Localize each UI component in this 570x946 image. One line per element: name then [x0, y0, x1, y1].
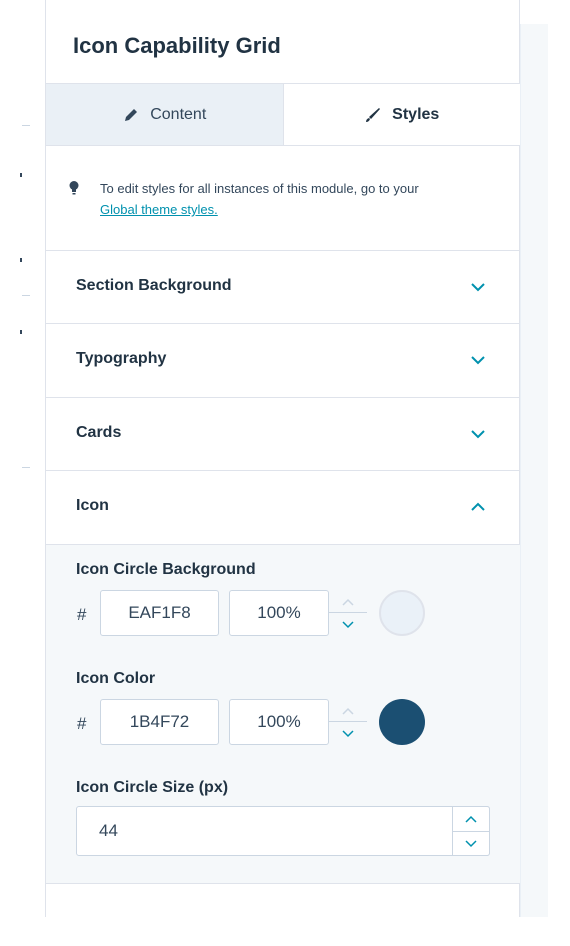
hash-symbol: # [77, 605, 87, 624]
icon-section-body: Icon Circle Background # EAF1F8 100% Ico… [46, 544, 520, 884]
icon-color-label: Icon Color [76, 670, 156, 687]
icon-circle-background-swatch[interactable] [379, 590, 425, 636]
decrement-button[interactable] [453, 832, 489, 855]
panel-scroll-gutter[interactable] [520, 24, 548, 917]
decrement-button[interactable] [329, 613, 367, 636]
tab-styles-label: Styles [392, 105, 440, 123]
global-theme-styles-link[interactable]: Global theme styles. [100, 202, 218, 217]
lightbulb-icon [69, 181, 79, 195]
hash-symbol: # [77, 714, 87, 733]
chevron-up-icon [471, 502, 485, 511]
module-style-panel: Icon Capability Grid Content Styles To e… [45, 0, 520, 917]
tab-content[interactable]: Content [46, 84, 284, 145]
chevron-down-icon [471, 283, 485, 292]
decrement-button[interactable] [329, 722, 367, 745]
chevron-up-icon [342, 707, 354, 715]
section-typography[interactable]: Typography [46, 323, 520, 396]
panel-tabs: Content Styles [46, 83, 520, 146]
icon-color-hex-input[interactable]: 1B4F72 [100, 699, 219, 745]
section-label: Typography [76, 350, 167, 367]
increment-button[interactable] [329, 590, 367, 613]
chevron-down-icon [342, 729, 354, 737]
section-label: Cards [76, 424, 122, 441]
size-stepper [452, 806, 490, 856]
chevron-down-icon [465, 839, 477, 847]
icon-circle-background-label: Icon Circle Background [76, 561, 256, 578]
panel-title: Icon Capability Grid [73, 33, 281, 58]
tab-content-label: Content [150, 105, 207, 123]
icon-circle-size-input[interactable]: 44 [76, 806, 490, 856]
pencil-icon [125, 108, 138, 121]
chevron-down-icon [342, 620, 354, 628]
chevron-up-icon [342, 598, 354, 606]
icon-color-opacity-input[interactable]: 100% [229, 699, 329, 745]
icon-color-swatch[interactable] [379, 699, 425, 745]
increment-button[interactable] [329, 699, 367, 722]
opacity-stepper [329, 590, 367, 636]
chevron-down-icon [471, 356, 485, 365]
icon-circle-background-opacity-input[interactable]: 100% [229, 590, 329, 636]
icon-circle-size-label: Icon Circle Size (px) [76, 779, 229, 796]
chevron-up-icon [465, 815, 477, 823]
section-cards[interactable]: Cards [46, 397, 520, 470]
increment-button[interactable] [453, 807, 489, 831]
section-label: Icon [76, 497, 109, 514]
section-label: Section Background [76, 277, 232, 294]
notice-text: To edit styles for all instances of this… [100, 181, 419, 196]
tab-styles[interactable]: Styles [283, 84, 520, 145]
opacity-stepper [329, 699, 367, 745]
icon-circle-background-hex-input[interactable]: EAF1F8 [100, 590, 219, 636]
section-section-background[interactable]: Section Background [46, 250, 520, 323]
brush-icon [366, 107, 381, 122]
chevron-down-icon [471, 430, 485, 439]
section-icon[interactable]: Icon [46, 470, 520, 543]
